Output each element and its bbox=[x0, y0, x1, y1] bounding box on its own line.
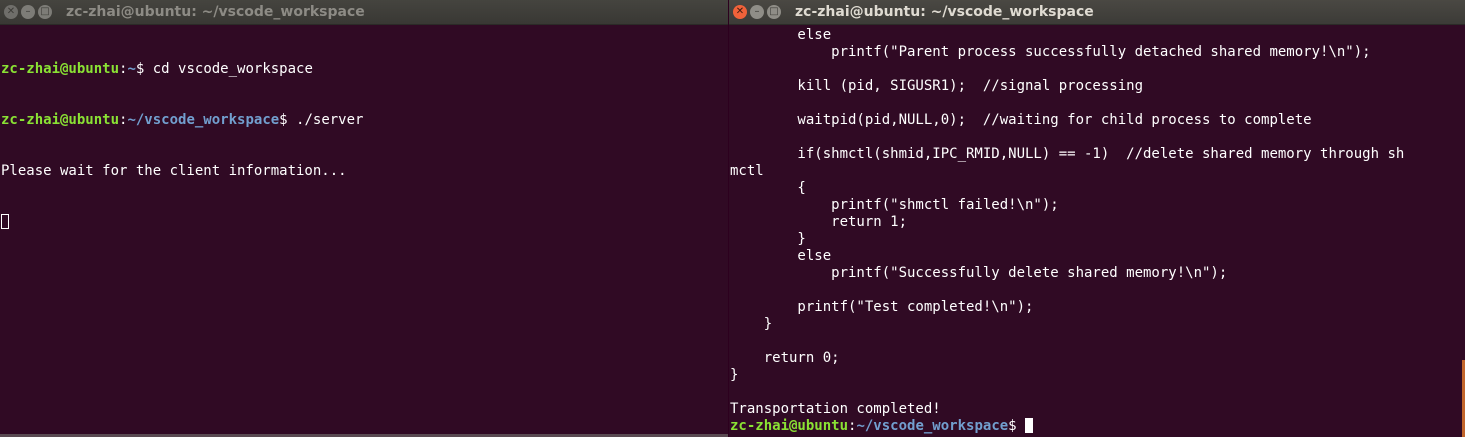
right-terminal-output[interactable]: else printf("Parent process successfully… bbox=[729, 25, 1465, 435]
prompt-path: ~/vscode_workspace bbox=[856, 418, 1009, 434]
code-line: if(shmctl(shmid,IPC_RMID,NULL) == -1) //… bbox=[730, 146, 1405, 162]
code-line: kill (pid, SIGUSR1); //signal processing bbox=[730, 78, 1144, 94]
prompt-user: zc-zhai@ubuntu bbox=[730, 418, 849, 434]
code-line: else bbox=[730, 27, 832, 43]
output-line: Please wait for the client information..… bbox=[1, 163, 347, 179]
code-line: printf("Successfully delete shared memor… bbox=[730, 265, 1228, 281]
window-title: zc-zhai@ubuntu: ~/vscode_workspace bbox=[66, 4, 365, 20]
window-title: zc-zhai@ubuntu: ~/vscode_workspace bbox=[795, 4, 1094, 20]
code-line: } bbox=[730, 367, 739, 383]
close-icon[interactable]: ✕ bbox=[4, 5, 18, 19]
code-line: return 1; bbox=[730, 214, 908, 230]
code-line: waitpid(pid,NULL,0); //waiting for child… bbox=[730, 112, 1312, 128]
prompt-line: zc-zhai@ubuntu:~$ cd vscode_workspace bbox=[1, 61, 728, 78]
minimize-icon[interactable]: – bbox=[750, 5, 764, 19]
code-line: mctl bbox=[730, 163, 764, 179]
right-terminal-window[interactable]: ✕ – □ zc-zhai@ubuntu: ~/vscode_workspace… bbox=[729, 0, 1465, 437]
prompt-path: ~ bbox=[127, 61, 136, 77]
code-line: } bbox=[730, 231, 806, 247]
maximize-icon[interactable]: □ bbox=[38, 5, 52, 19]
maximize-icon[interactable]: □ bbox=[767, 5, 781, 19]
code-line: printf("Test completed!\n"); bbox=[730, 299, 1034, 315]
left-terminal-window[interactable]: ✕ – □ zc-zhai@ubuntu: ~/vscode_workspace… bbox=[0, 0, 728, 437]
code-line: { bbox=[730, 180, 806, 196]
prompt-command: $ cd vscode_workspace bbox=[135, 61, 313, 77]
text-cursor bbox=[1, 214, 9, 229]
code-line: printf("shmctl failed!\n"); bbox=[730, 197, 1059, 213]
prompt-user: zc-zhai@ubuntu bbox=[1, 61, 120, 77]
prompt-path: ~/vscode_workspace bbox=[127, 112, 280, 128]
prompt-command: $ ./server bbox=[279, 112, 364, 128]
code-line: printf("Parent process successfully deta… bbox=[730, 44, 1371, 60]
right-titlebar[interactable]: ✕ – □ zc-zhai@ubuntu: ~/vscode_workspace bbox=[729, 0, 1465, 25]
prompt-line: zc-zhai@ubuntu:~/vscode_workspace$ bbox=[730, 418, 1465, 435]
prompt-suffix: $ bbox=[1008, 418, 1026, 434]
code-line: } bbox=[730, 316, 773, 332]
close-icon[interactable]: ✕ bbox=[733, 5, 747, 19]
code-line: else bbox=[730, 248, 832, 264]
text-cursor bbox=[1025, 418, 1034, 433]
minimize-icon[interactable]: – bbox=[21, 5, 35, 19]
left-terminal-output[interactable]: zc-zhai@ubuntu:~$ cd vscode_workspace zc… bbox=[0, 25, 728, 265]
prompt-user: zc-zhai@ubuntu bbox=[1, 112, 120, 128]
code-line: return 0; bbox=[730, 350, 840, 366]
cursor-line bbox=[1, 214, 728, 231]
prompt-line: zc-zhai@ubuntu:~/vscode_workspace$ ./ser… bbox=[1, 112, 728, 129]
code-line: Transportation completed! bbox=[730, 401, 941, 417]
left-titlebar[interactable]: ✕ – □ zc-zhai@ubuntu: ~/vscode_workspace bbox=[0, 0, 728, 25]
